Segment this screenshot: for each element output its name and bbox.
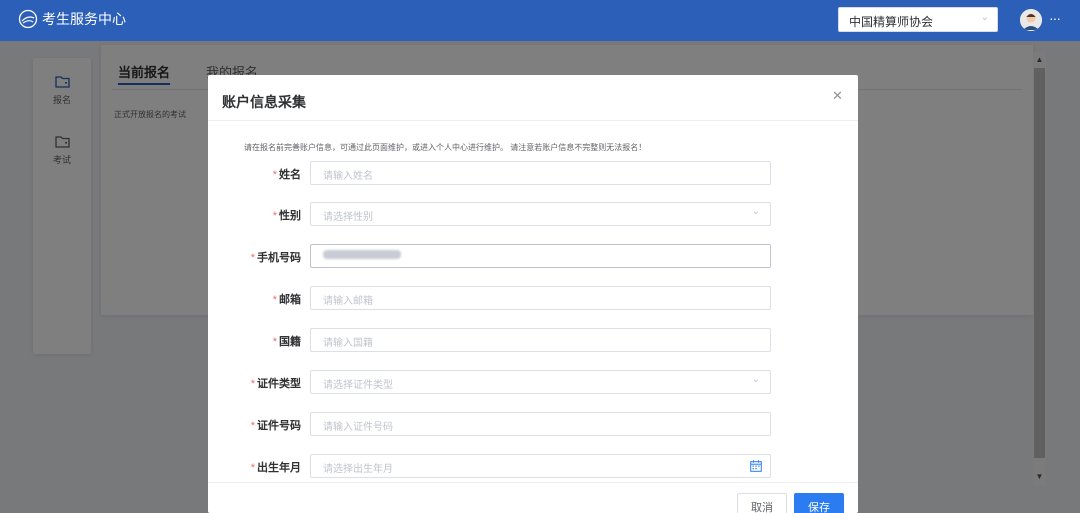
name-input[interactable]: 请输入姓名: [310, 161, 771, 185]
field-label-phone: * 手机号码: [250, 252, 301, 264]
form-row-birth-date: * 出生年月 请选择出生年月: [208, 454, 858, 478]
logo-icon: [18, 9, 38, 29]
phone-input[interactable]: [310, 244, 771, 268]
field-label-id-type: * 证件类型: [250, 378, 301, 390]
field-label-email: * 邮箱: [272, 294, 301, 306]
chevron-down-icon: ⌄: [751, 206, 760, 217]
gender-select[interactable]: 请选择性别 ⌄: [310, 202, 771, 226]
dialog-notice: 请在报名前完善账户信息，可通过此页面维护，或进入个人中心进行维护。 请注意若账户…: [244, 143, 647, 152]
dialog-title: 账户信息采集: [222, 94, 306, 110]
required-marker: *: [250, 462, 255, 474]
app-title: 考生服务中心: [42, 11, 126, 27]
save-button[interactable]: 保存: [794, 493, 844, 513]
form-row-gender: * 性别 请选择性别 ⌄: [208, 202, 858, 226]
form-row-id-type: * 证件类型 请选择证件类型 ⌄: [208, 370, 858, 394]
birth-date-picker[interactable]: 请选择出生年月: [310, 454, 771, 478]
required-marker: *: [250, 420, 255, 432]
form-row-email: * 邮箱 请输入邮箱: [208, 286, 858, 310]
masked-phone-value: [323, 250, 401, 259]
id-type-select[interactable]: 请选择证件类型 ⌄: [310, 370, 771, 394]
form-row-id-number: * 证件号码 请输入证件号码: [208, 412, 858, 436]
required-marker: *: [250, 378, 255, 390]
id-number-input[interactable]: 请输入证件号码: [310, 412, 771, 436]
field-label-gender: * 性别: [272, 210, 301, 222]
top-bar: 考生服务中心 中国精算师协会 ⌄ ···: [0, 0, 1080, 41]
organization-select[interactable]: 中国精算师协会 ⌄: [838, 7, 998, 32]
field-label-name: * 姓名: [272, 169, 301, 181]
required-marker: *: [272, 169, 277, 181]
organization-select-value: 中国精算师协会: [849, 15, 934, 29]
avatar[interactable]: [1020, 9, 1042, 31]
app-logo[interactable]: 考生服务中心: [18, 9, 126, 29]
account-info-dialog: 账户信息采集 ✕ 请在报名前完善账户信息，可通过此页面维护，或进入个人中心进行维…: [208, 75, 858, 513]
user-avatar-icon: [1020, 9, 1042, 31]
dialog-footer-divider: [208, 482, 858, 483]
field-label-birth-date: * 出生年月: [250, 462, 301, 474]
field-label-id-number: * 证件号码: [250, 420, 301, 432]
ellipsis-icon[interactable]: ···: [1049, 10, 1061, 26]
required-marker: *: [272, 294, 277, 306]
form-row-phone: * 手机号码: [208, 244, 858, 268]
field-label-nationality: * 国籍: [272, 336, 301, 348]
calendar-icon: [750, 460, 762, 472]
dialog-divider: [208, 120, 858, 121]
required-marker: *: [272, 210, 277, 222]
email-input[interactable]: 请输入邮箱: [310, 286, 771, 310]
form-row-name: * 姓名 请输入姓名: [208, 161, 858, 185]
close-icon[interactable]: ✕: [832, 88, 843, 104]
nationality-input[interactable]: 请输入国籍: [310, 328, 771, 352]
required-marker: *: [272, 336, 277, 348]
cancel-button[interactable]: 取消: [737, 493, 787, 513]
chevron-down-icon: ⌄: [751, 374, 760, 385]
chevron-down-icon: ⌄: [980, 12, 989, 23]
required-marker: *: [250, 252, 255, 264]
form-row-nationality: * 国籍 请输入国籍: [208, 328, 858, 352]
